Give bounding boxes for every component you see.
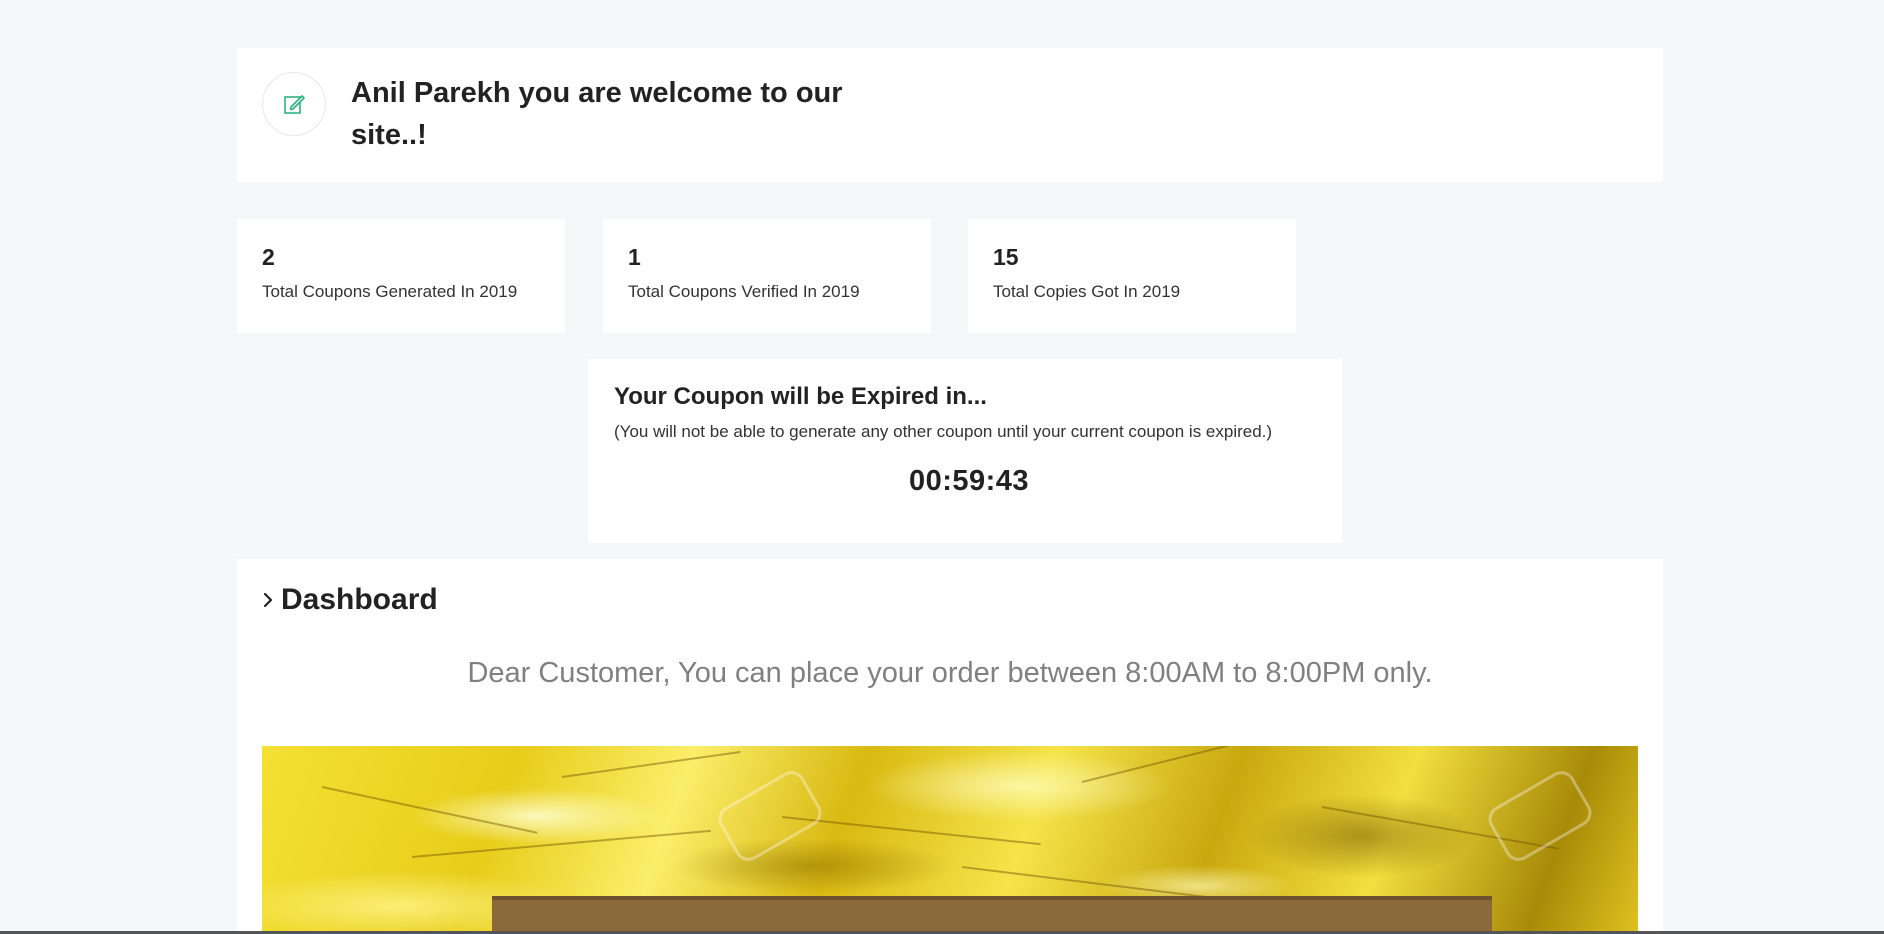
dashboard-heading[interactable]: Dashboard: [261, 583, 438, 617]
welcome-card: Anil Parekh you are welcome to our site.…: [237, 48, 1663, 182]
welcome-title: Anil Parekh you are welcome to our site.…: [351, 77, 843, 151]
dashboard-title: Dashboard: [281, 583, 438, 616]
stat-value: 15: [993, 244, 1019, 270]
stat-card-coupons-verified: 1 Total Coupons Verified In 2019: [603, 219, 931, 333]
edit-icon: [262, 72, 326, 136]
countdown-timer: 00:59:43: [908, 465, 1030, 497]
stat-label: Total Copies Got In 2019: [993, 282, 1181, 301]
stat-value: 2: [262, 244, 275, 270]
chevron-right-icon: [263, 592, 273, 608]
banner-image: [262, 746, 1638, 934]
coupon-expiry-card: Your Coupon will be Expired in... (You w…: [588, 359, 1342, 543]
stat-label: Total Coupons Generated In 2019: [262, 282, 518, 301]
stat-card-coupons-generated: 2 Total Coupons Generated In 2019: [237, 219, 565, 333]
order-hours-notice: Dear Customer, You can place your order …: [467, 657, 1433, 689]
dashboard-section: Dashboard Dear Customer, You can place y…: [237, 559, 1663, 934]
expiry-note: (You will not be able to generate any ot…: [614, 422, 1273, 441]
expiry-title: Your Coupon will be Expired in...: [614, 383, 987, 410]
stat-label: Total Coupons Verified In 2019: [628, 282, 860, 301]
stat-card-copies-got: 15 Total Copies Got In 2019: [968, 219, 1296, 333]
stat-value: 1: [628, 244, 641, 270]
page: Anil Parekh you are welcome to our site.…: [0, 0, 1884, 934]
